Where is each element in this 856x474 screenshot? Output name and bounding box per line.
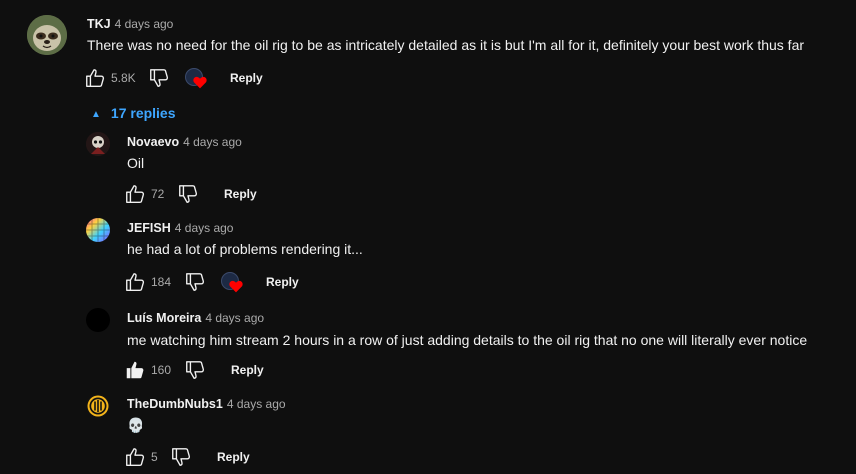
reply-author[interactable]: Novaevo: [127, 135, 179, 149]
thumb-up-icon: [126, 448, 145, 466]
reply-header: Luís Moreira 4 days ago: [127, 309, 264, 327]
replies-count: 17 replies: [110, 105, 176, 121]
reply-text: he had a lot of problems rendering it...: [127, 241, 363, 257]
like-button[interactable]: [84, 67, 106, 89]
thumb-down-icon: [179, 185, 198, 203]
reply-time[interactable]: 4 days ago: [227, 397, 286, 411]
like-count: 5.8K: [111, 71, 136, 85]
reply-button[interactable]: Reply: [230, 71, 263, 85]
comment-time[interactable]: 4 days ago: [115, 17, 174, 31]
thumb-down-icon: [186, 361, 205, 379]
thumb-down-icon: [150, 69, 169, 87]
reply-text: 💀: [127, 417, 145, 433]
comment-header: TKJ 4 days ago: [87, 15, 173, 33]
thumb-up-filled-icon: [126, 361, 144, 379]
reply-header: Novaevo 4 days ago: [127, 133, 242, 151]
reply-button[interactable]: Reply: [224, 187, 257, 201]
bruins-logo-icon: [86, 394, 110, 418]
dislike-button[interactable]: [170, 446, 192, 468]
comment-author[interactable]: TKJ: [87, 17, 111, 31]
like-button[interactable]: [124, 183, 146, 205]
like-button[interactable]: [124, 271, 146, 293]
avatar[interactable]: [27, 15, 67, 55]
reply-header: TheDumbNubs1 4 days ago: [127, 395, 286, 413]
heart-icon: [193, 76, 207, 89]
rainbow-avatar-icon: [86, 218, 110, 242]
dislike-button[interactable]: [184, 271, 206, 293]
dislike-button[interactable]: [177, 183, 199, 205]
creator-heart[interactable]: [221, 272, 245, 296]
creator-heart[interactable]: [185, 68, 209, 92]
thumb-up-icon: [86, 69, 105, 87]
skull-avatar-icon: [86, 132, 110, 156]
thumb-down-icon: [172, 448, 191, 466]
heart-icon: [229, 280, 243, 293]
dislike-button[interactable]: [184, 359, 206, 381]
reply-button[interactable]: Reply: [217, 450, 250, 464]
reply-time[interactable]: 4 days ago: [183, 135, 242, 149]
like-count: 72: [151, 187, 165, 201]
avatar[interactable]: [86, 394, 110, 418]
reply-button[interactable]: Reply: [266, 275, 299, 289]
thumb-up-icon: [126, 185, 145, 203]
thumb-down-icon: [186, 273, 205, 291]
avatar[interactable]: [86, 218, 110, 242]
avatar[interactable]: [86, 308, 110, 332]
reply-author[interactable]: TheDumbNubs1: [127, 397, 223, 411]
reply-text: Oil: [127, 155, 145, 171]
like-count: 5: [151, 450, 158, 464]
sloth-avatar-icon: [27, 15, 67, 55]
reply-text: me watching him stream 2 hours in a row …: [127, 332, 808, 348]
like-count: 160: [151, 363, 172, 377]
thumb-up-icon: [126, 273, 145, 291]
avatar[interactable]: [86, 132, 110, 156]
reply-author[interactable]: Luís Moreira: [127, 311, 201, 325]
reply-author[interactable]: JEFISH: [127, 221, 171, 235]
replies-toggle[interactable]: ▲ 17 replies: [91, 105, 176, 121]
like-button[interactable]: [124, 446, 146, 468]
like-count: 184: [151, 275, 172, 289]
dislike-button[interactable]: [148, 67, 170, 89]
reply-header: JEFISH 4 days ago: [127, 219, 233, 237]
like-button[interactable]: [124, 359, 146, 381]
reply-button[interactable]: Reply: [231, 363, 264, 377]
comment-text: There was no need for the oil rig to be …: [87, 37, 805, 53]
collapse-arrow-icon: ▲: [91, 109, 101, 120]
reply-time[interactable]: 4 days ago: [175, 221, 234, 235]
reply-time[interactable]: 4 days ago: [205, 311, 264, 325]
